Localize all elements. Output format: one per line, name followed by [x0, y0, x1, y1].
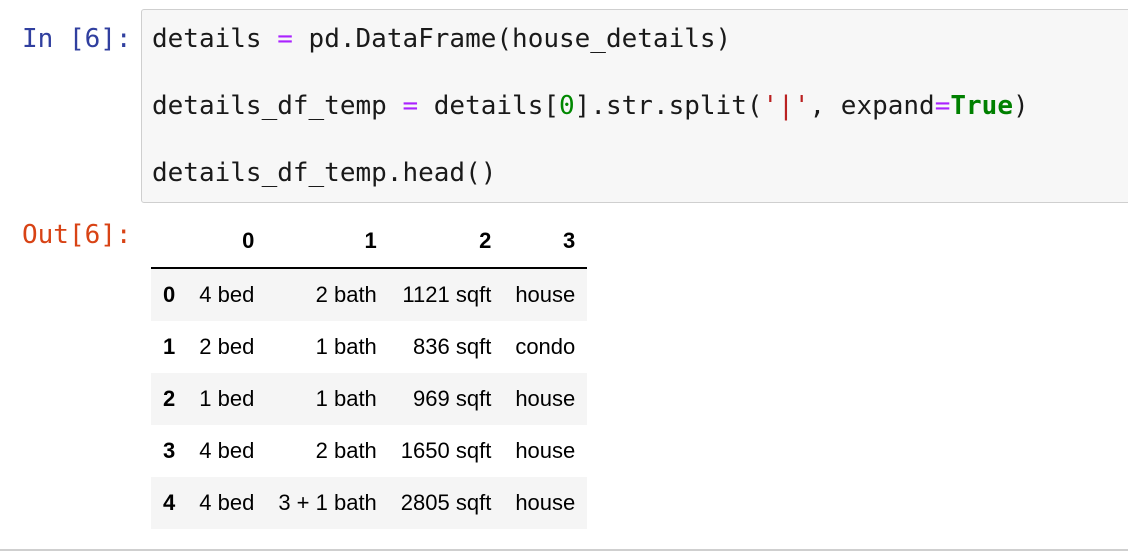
column-header: 0: [187, 215, 267, 269]
row-index: 4: [163, 490, 176, 515]
row-index: 2: [163, 386, 176, 411]
code-line-1: details = pd.DataFrame(house_details): [152, 22, 731, 56]
code-operator: =: [934, 91, 951, 121]
table-row: 3 4 bed 2 bath 1650 sqft house: [151, 425, 587, 477]
table-row: 1 2 bed 1 bath 836 sqft condo: [151, 321, 587, 373]
code-token: ): [1013, 91, 1029, 121]
table-cell: house: [515, 282, 576, 307]
column-header: 1: [266, 215, 389, 269]
table-cell: 836 sqft: [413, 334, 492, 359]
table-cell: 969 sqft: [413, 386, 492, 411]
table-cell: house: [515, 490, 576, 515]
column-header: 2: [388, 215, 504, 269]
code-string: '|': [762, 91, 810, 121]
dataframe-table: 0 1 2 3 0 4 bed 2 bath 1121 sqft house 1…: [151, 215, 588, 529]
table-cell: 2 bath: [315, 438, 377, 463]
table-cell: 1 bath: [315, 334, 377, 359]
code-token: , expand: [809, 91, 935, 121]
row-index: 0: [163, 282, 176, 307]
code-line-2: details_df_temp = details[0].str.split('…: [152, 89, 1029, 123]
table-row: 2 1 bed 1 bath 969 sqft house: [151, 373, 588, 425]
table-cell: 1 bed: [199, 386, 255, 411]
table-cell: 4 bed: [199, 438, 255, 463]
table-row: 4 4 bed 3 + 1 bath 2805 sqft house: [151, 477, 588, 529]
code-operator: =: [277, 24, 293, 54]
code-number: 0: [559, 91, 575, 121]
code-token: details_df_temp: [152, 91, 387, 121]
column-header: [151, 215, 188, 269]
row-index: 3: [163, 438, 176, 463]
table-cell: 3 + 1 bath: [278, 490, 377, 515]
table-cell: 1121 sqft: [402, 282, 492, 307]
row-index: 1: [163, 334, 176, 359]
table-cell: 1 bath: [315, 386, 377, 411]
output-prompt: Out[6]:: [22, 220, 132, 250]
table-cell: house: [515, 438, 576, 463]
table-cell: 2 bed: [199, 334, 255, 359]
table-cell: house: [515, 386, 576, 411]
table-row: 0 4 bed 2 bath 1121 sqft house: [151, 268, 588, 321]
table-cell: 1650 sqft: [400, 438, 492, 463]
code-token: ].str.split(: [574, 91, 763, 121]
code-token: pd.DataFrame(house_details): [308, 24, 732, 54]
column-header: 3: [503, 215, 588, 269]
cell-divider: [0, 549, 1128, 551]
table-cell: 4 bed: [199, 490, 255, 515]
code-token: details[: [433, 91, 560, 121]
dataframe-output: 0 1 2 3 0 4 bed 2 bath 1121 sqft house 1…: [151, 215, 588, 529]
table-header-row: 0 1 2 3: [151, 215, 588, 269]
code-operator: =: [402, 91, 419, 121]
input-prompt: In [6]:: [22, 24, 132, 54]
table-cell: 2805 sqft: [400, 490, 492, 515]
table-cell: 4 bed: [199, 282, 255, 307]
table-cell: 2 bath: [315, 282, 377, 307]
code-line-3: details_df_temp.head(): [152, 158, 497, 188]
code-keyword: True: [950, 91, 1013, 121]
code-cell-editor[interactable]: details = pd.DataFrame(house_details) de…: [141, 9, 1128, 203]
table-cell: condo: [515, 334, 576, 359]
code-token: details: [152, 24, 262, 54]
